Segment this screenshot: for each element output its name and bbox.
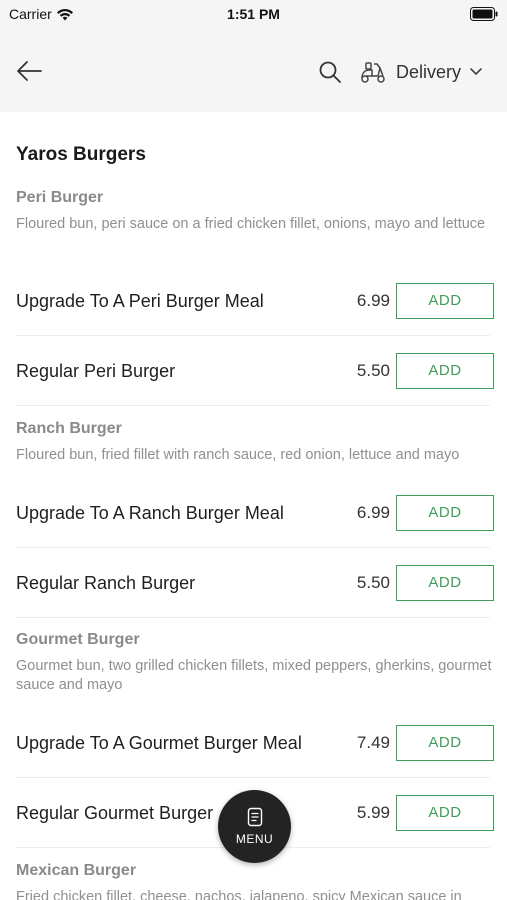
- section-description: Floured bun, peri sauce on a fried chick…: [16, 216, 486, 232]
- add-button[interactable]: ADD: [396, 565, 494, 601]
- search-button[interactable]: [318, 60, 342, 84]
- section-title: Mexican Burger: [16, 862, 137, 879]
- restaurant-name: Yaros Burgers: [16, 144, 146, 165]
- item-price: 6.99: [356, 503, 390, 522]
- menu-item[interactable]: Upgrade To A Gourmet Burger Meal 7.49 AD…: [16, 708, 494, 778]
- item-name: Upgrade To A Gourmet Burger Meal: [16, 733, 302, 753]
- item-name: Upgrade To A Peri Burger Meal: [16, 291, 264, 311]
- menu-item[interactable]: Regular Peri Burger 5.50 ADD: [16, 336, 494, 406]
- item-price: 5.50: [356, 573, 390, 592]
- section-description: Fried chicken fillet, cheese, nachos, ja…: [16, 889, 462, 900]
- item-name: Regular Peri Burger: [16, 361, 176, 381]
- add-button[interactable]: ADD: [396, 283, 494, 319]
- add-button[interactable]: ADD: [396, 795, 494, 831]
- delivery-label: Delivery: [396, 61, 462, 82]
- status-time: 1:51 PM: [227, 6, 280, 22]
- arrow-left-icon: [17, 61, 42, 81]
- app-header: Delivery: [0, 30, 507, 112]
- status-bar: Carrier 1:51 PM: [0, 0, 507, 30]
- search-icon: [319, 61, 341, 83]
- add-button[interactable]: ADD: [396, 353, 494, 389]
- back-button[interactable]: [12, 56, 46, 86]
- menu-item[interactable]: Regular Ranch Burger 5.50 ADD: [16, 548, 494, 618]
- add-button[interactable]: ADD: [396, 495, 494, 531]
- item-price: 6.99: [356, 291, 390, 310]
- menu-content[interactable]: Yaros Burgers Peri Burger Floured bun, p…: [0, 112, 507, 900]
- chevron-down-icon: [470, 68, 482, 75]
- menu-card-icon: [247, 807, 262, 827]
- menu-item[interactable]: Upgrade To A Ranch Burger Meal 6.99 ADD: [16, 478, 494, 548]
- add-button[interactable]: ADD: [396, 725, 494, 761]
- battery-icon: [470, 7, 498, 21]
- item-name: Regular Gourmet Burger: [16, 803, 214, 823]
- menu-item[interactable]: Upgrade To A Peri Burger Meal 6.99 ADD: [16, 266, 494, 336]
- section-description: Gourmet bun, two grilled chicken fillets…: [16, 658, 492, 693]
- item-price: 7.49: [356, 733, 390, 752]
- section-title: Ranch Burger: [16, 420, 122, 437]
- scooter-icon: [361, 62, 385, 83]
- item-name: Upgrade To A Ranch Burger Meal: [16, 503, 284, 523]
- section-title: Gourmet Burger: [16, 631, 140, 648]
- item-price: 5.50: [356, 361, 390, 380]
- menu-button[interactable]: MENU: [218, 790, 291, 863]
- section-description: Floured bun, fried fillet with ranch sau…: [16, 447, 460, 463]
- item-price: 5.99: [356, 803, 390, 822]
- item-name: Regular Ranch Burger: [16, 573, 196, 593]
- delivery-selector[interactable]: Delivery: [358, 58, 483, 86]
- menu-button-label: MENU: [235, 832, 274, 846]
- section-title: Peri Burger: [16, 189, 104, 206]
